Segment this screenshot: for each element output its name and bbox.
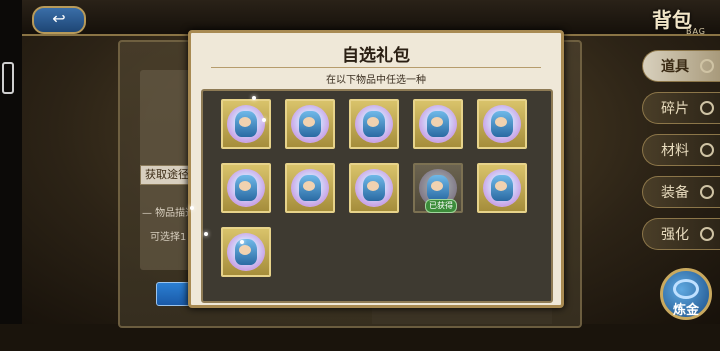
character-face <box>239 245 251 255</box>
character-face <box>367 117 379 127</box>
tab-items-label: 道具 <box>661 59 689 75</box>
character-face <box>431 117 443 127</box>
character-face <box>495 181 507 191</box>
get-route-button[interactable]: 获取途径 <box>140 165 194 185</box>
tab-enhance-label: 强化 <box>661 227 689 243</box>
sparkle <box>240 240 244 244</box>
sparkle <box>204 232 208 236</box>
dialog-title: 自选礼包 <box>342 46 410 66</box>
flask-icon <box>700 59 714 73</box>
gift-item-slot[interactable] <box>413 99 463 149</box>
character-face <box>303 117 315 127</box>
gift-item-slot[interactable] <box>221 163 271 213</box>
tab-materials[interactable]: 材料 <box>642 134 720 166</box>
gift-item-slot[interactable] <box>349 163 399 213</box>
gift-item-slot[interactable] <box>477 99 527 149</box>
sparkle <box>252 96 256 100</box>
gift-item-slot[interactable] <box>349 99 399 149</box>
gift-item-slot[interactable] <box>221 99 271 149</box>
equipment-icon <box>700 185 714 199</box>
sparkle <box>190 206 194 210</box>
gift-item-slot[interactable] <box>221 227 271 277</box>
back-button[interactable]: ↩ <box>32 6 86 34</box>
gift-item-slot[interactable]: 已获得 <box>413 163 463 213</box>
back-arrow-icon: ↩ <box>52 9 66 28</box>
ring-icon <box>673 279 699 299</box>
owned-badge: 已获得 <box>425 199 457 213</box>
tab-items[interactable]: 道具 <box>642 50 720 82</box>
gift-item-slot[interactable] <box>477 163 527 213</box>
enhance-icon <box>700 227 714 241</box>
item-grid: 已获得 <box>201 89 553 303</box>
character-face <box>239 117 251 127</box>
gift-item-slot[interactable] <box>285 163 335 213</box>
refine-label: 炼金 <box>672 303 699 318</box>
refine-button[interactable]: 炼金 <box>660 268 712 320</box>
tab-fragments[interactable]: 碎片 <box>642 92 720 124</box>
tab-equipment[interactable]: 装备 <box>642 176 720 208</box>
selectable-label: 可选择1 <box>150 232 187 243</box>
character-face <box>367 181 379 191</box>
tab-enhance[interactable]: 强化 <box>642 218 720 250</box>
tab-materials-label: 材料 <box>661 143 689 159</box>
character-face <box>495 117 507 127</box>
gift-item-slot[interactable] <box>285 99 335 149</box>
material-icon <box>700 143 714 157</box>
title-divider <box>211 67 541 68</box>
character-face <box>239 181 251 191</box>
tab-equipment-label: 装备 <box>661 185 689 201</box>
camera-notch <box>2 62 14 94</box>
dialog-subtitle: 在以下物品中任选一种 <box>326 75 426 86</box>
sparkle <box>262 118 266 122</box>
tab-fragments-label: 碎片 <box>661 101 689 117</box>
fragment-icon <box>700 101 714 115</box>
page-subtitle: BAG <box>685 27 706 36</box>
character-face <box>303 181 315 191</box>
character-face <box>431 181 443 191</box>
selection-gift-dialog: 自选礼包 在以下物品中任选一种 已获得 <box>188 30 564 308</box>
system-edge <box>0 0 22 324</box>
